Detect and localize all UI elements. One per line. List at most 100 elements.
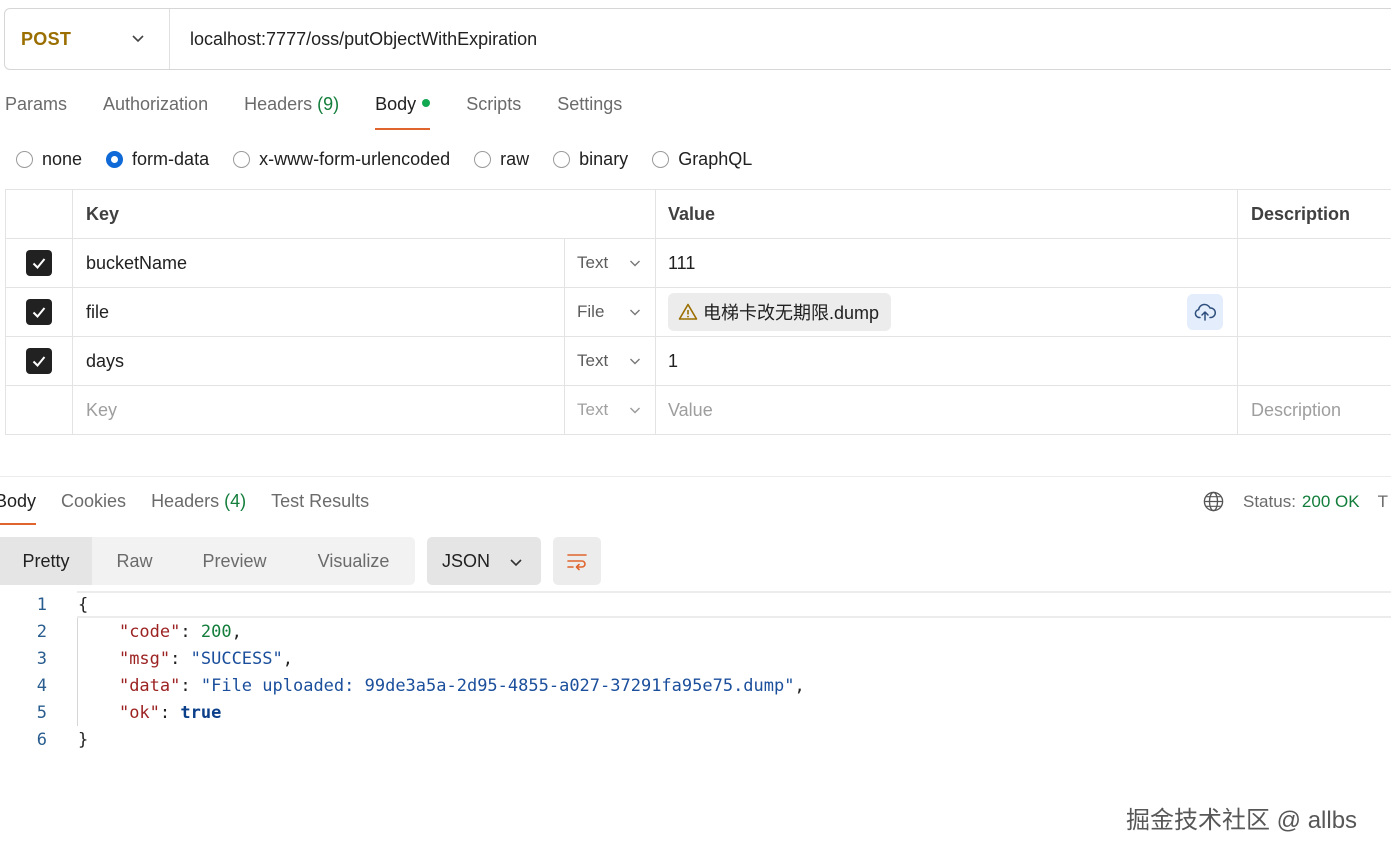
code-text: "code": 200,	[118, 621, 242, 642]
row-value[interactable]: 111	[656, 239, 1238, 287]
request-tabs: Params Authorization Headers (9) Body Sc…	[5, 86, 658, 130]
tab-params[interactable]: Params	[5, 86, 67, 130]
tab-response-headers[interactable]: Headers (4)	[151, 482, 246, 525]
status-label: Status:	[1243, 491, 1296, 511]
format-label: JSON	[442, 550, 491, 571]
row-checkbox-cell	[5, 288, 73, 336]
tab-headers-label: Headers	[244, 94, 313, 114]
wrap-lines-button[interactable]	[553, 537, 601, 585]
row-type-select[interactable]: Text	[565, 337, 656, 385]
new-key-input[interactable]: Key	[73, 386, 565, 434]
time-label-truncated: T	[1377, 491, 1388, 511]
radio-binary[interactable]: binary	[553, 149, 628, 170]
table-row-empty: Key Text Value Description	[5, 386, 1391, 435]
radio-graphql[interactable]: GraphQL	[652, 149, 752, 170]
format-select[interactable]: JSON	[427, 537, 541, 585]
row-type-label: Text	[577, 253, 609, 272]
header-check-cell	[5, 190, 73, 238]
line-number: 4	[36, 675, 47, 696]
tab-scripts[interactable]: Scripts	[466, 86, 521, 130]
watermark: 掘金技术社区 @ allbs	[1126, 807, 1358, 834]
row-value[interactable]: 1	[656, 337, 1238, 385]
radio-graphql-circle	[652, 150, 670, 168]
code-line: 5 "ok": true	[0, 699, 1391, 726]
table-header-row: Key Value Description	[5, 190, 1391, 239]
row-type-label: Text	[577, 351, 609, 370]
row-description[interactable]	[1238, 239, 1391, 287]
chevron-down-icon	[630, 309, 640, 316]
view-mode-group: Pretty Raw Preview Visualize	[0, 537, 415, 585]
radio-form-data[interactable]: form-data	[106, 149, 209, 170]
row-key[interactable]: file	[73, 288, 565, 336]
radio-none[interactable]: none	[16, 149, 82, 170]
view-pretty-button[interactable]: Pretty	[0, 537, 92, 585]
radio-urlencoded-label: x-www-form-urlencoded	[259, 148, 451, 169]
row-checkbox-cell	[5, 386, 73, 434]
row-type-label: File	[577, 302, 605, 321]
check-icon	[32, 356, 46, 367]
radio-raw[interactable]: raw	[474, 149, 529, 170]
status-value[interactable]: 200 OK	[1302, 492, 1360, 512]
chevron-down-icon	[132, 35, 144, 43]
tab-body-label: Body	[375, 94, 417, 114]
headers-count: (9)	[317, 94, 340, 114]
row-description[interactable]	[1238, 337, 1391, 385]
check-icon	[32, 307, 46, 318]
response-code-view[interactable]: 1 { 2 "code": 200, 3 "msg": "SUCCESS", 4…	[0, 591, 1391, 753]
row-checkbox[interactable]	[26, 250, 52, 276]
view-visualize-button[interactable]: Visualize	[292, 537, 415, 585]
url-input[interactable]: localhost:7777/oss/putObjectWithExpirati…	[170, 29, 537, 50]
row-key[interactable]: bucketName	[73, 239, 565, 287]
radio-raw-circle	[474, 150, 492, 168]
file-chip[interactable]: 电梯卡改无期限.dump	[668, 293, 892, 331]
response-tabs: Body Cookies Headers (4) Test Results	[0, 482, 394, 525]
code-text: "data": "File uploaded: 99de3a5a-2d95-48…	[118, 675, 805, 696]
cloud-upload-icon	[1194, 303, 1217, 321]
new-type-select[interactable]: Text	[565, 386, 656, 434]
radio-none-circle	[16, 150, 33, 168]
tab-cookies[interactable]: Cookies	[61, 482, 126, 525]
tab-body[interactable]: Body	[375, 86, 431, 130]
method-select[interactable]: POST	[5, 9, 170, 69]
radio-form-data-circle	[106, 150, 124, 168]
row-description[interactable]	[1238, 288, 1391, 336]
upload-button[interactable]	[1187, 294, 1223, 330]
modified-dot-icon	[422, 99, 431, 107]
view-raw-button[interactable]: Raw	[92, 537, 177, 585]
globe-icon[interactable]	[1202, 490, 1225, 513]
header-description: Description	[1251, 203, 1351, 224]
code-line: 2 "code": 200,	[0, 618, 1391, 645]
radio-form-data-label: form-data	[132, 148, 210, 169]
code-text: "ok": true	[118, 702, 222, 723]
view-preview-button[interactable]: Preview	[177, 537, 292, 585]
body-type-options: none form-data x-www-form-urlencoded raw…	[16, 146, 776, 172]
tab-response-body[interactable]: Body	[0, 482, 37, 525]
response-headers-count: (4)	[224, 491, 247, 511]
new-type-label: Text	[577, 400, 609, 419]
tab-test-results[interactable]: Test Results	[271, 482, 369, 525]
new-description-input[interactable]: Description	[1238, 386, 1391, 434]
warning-icon	[678, 303, 698, 320]
tab-settings[interactable]: Settings	[557, 86, 622, 130]
chevron-down-icon	[630, 358, 640, 365]
radio-urlencoded[interactable]: x-www-form-urlencoded	[233, 149, 450, 170]
code-text: {	[78, 594, 89, 615]
table-row: days Text 1	[5, 337, 1391, 386]
new-value-input[interactable]: Value	[656, 386, 1238, 434]
row-type-select[interactable]: Text	[565, 239, 656, 287]
row-type-select[interactable]: File	[565, 288, 656, 336]
radio-none-label: none	[42, 148, 83, 169]
row-checkbox[interactable]	[26, 348, 52, 374]
line-number: 1	[36, 594, 47, 615]
row-checkbox[interactable]	[26, 299, 52, 325]
row-key[interactable]: days	[73, 337, 565, 385]
file-name: 电梯卡改无期限.dump	[703, 303, 880, 323]
tab-authorization[interactable]: Authorization	[103, 86, 208, 130]
radio-graphql-label: GraphQL	[678, 148, 753, 169]
radio-binary-label: binary	[579, 148, 629, 169]
tab-headers[interactable]: Headers (9)	[244, 86, 339, 130]
check-icon	[32, 258, 46, 269]
chevron-down-icon	[630, 260, 640, 267]
header-value: Value	[656, 190, 1238, 238]
wrap-text-icon	[567, 554, 587, 571]
